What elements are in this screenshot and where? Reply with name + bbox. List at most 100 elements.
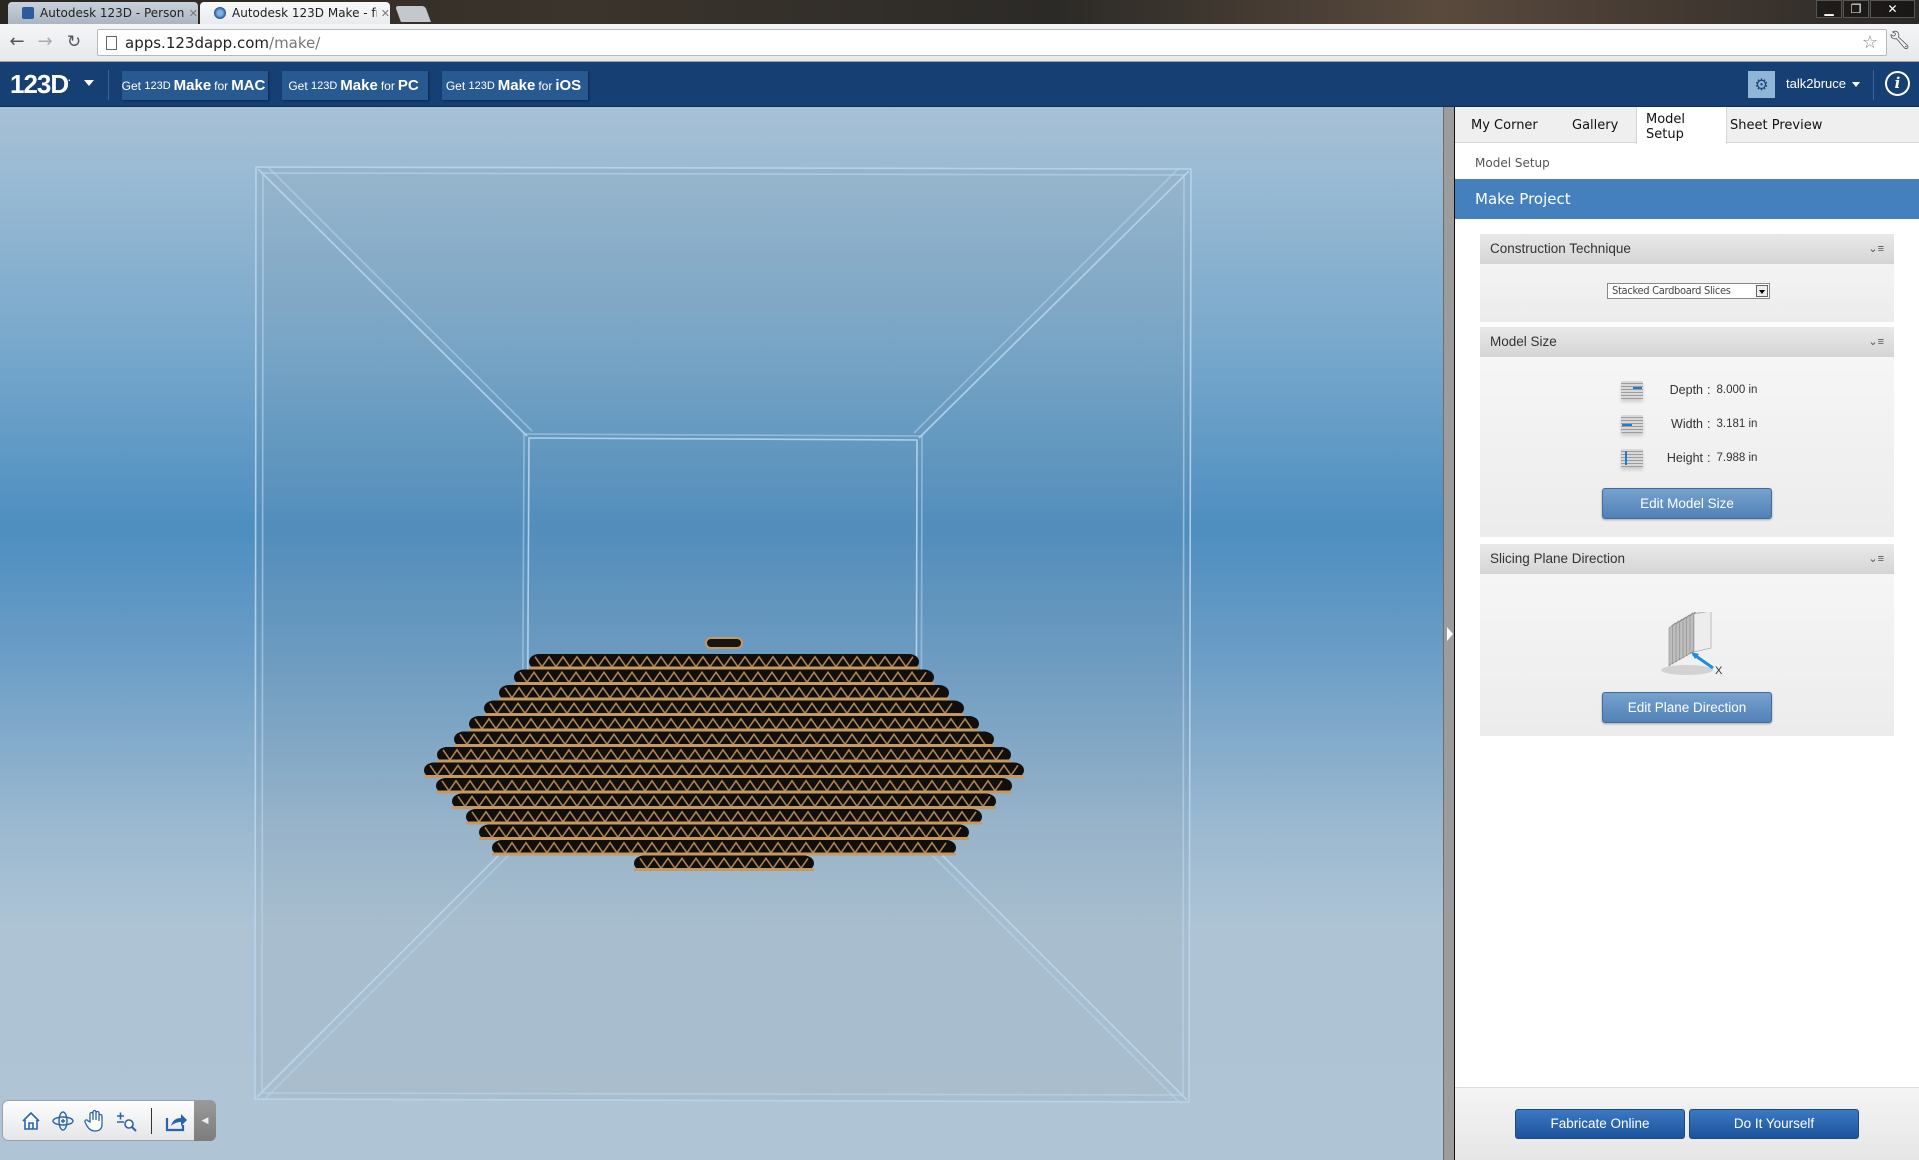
- cardboard-slice: [529, 654, 919, 670]
- cardboard-slice: [466, 809, 982, 825]
- btn-platform: MAC: [231, 77, 266, 94]
- dropdown-arrow-icon[interactable]: [1756, 285, 1768, 297]
- 123d-make-favicon-icon: [214, 7, 226, 19]
- plate-front-face: [1693, 612, 1712, 653]
- tab-model-setup[interactable]: Model Setup: [1636, 107, 1727, 144]
- app-navbar: 123D· Get 123D Make for MAC Get 123D Make for…: [0, 62, 1919, 107]
- model-size-header[interactable]: Model Size ⌄≡: [1480, 327, 1894, 357]
- cardboard-model[interactable]: [418, 626, 1030, 871]
- share-export-icon[interactable]: [164, 1109, 188, 1133]
- fabricate-online-button[interactable]: Fabricate Online: [1515, 1109, 1685, 1139]
- home-view-icon[interactable]: [19, 1109, 43, 1133]
- btn-product: Make: [340, 77, 378, 94]
- browser-tab-title: Autodesk 123D Make - free: [232, 6, 377, 20]
- view-toolbar: ◀: [2, 1100, 216, 1141]
- width-dimension-icon: [1621, 415, 1643, 433]
- nav-divider: [108, 70, 109, 100]
- orbit-icon[interactable]: [51, 1109, 75, 1133]
- get-make-ios-button[interactable]: Get 123D Make for iOS: [442, 71, 588, 100]
- nav-divider: [1873, 70, 1874, 100]
- section-title: Construction Technique: [1490, 241, 1631, 256]
- btn-platform: iOS: [555, 77, 582, 94]
- cardboard-slice: [499, 685, 949, 701]
- cardboard-slice: [454, 731, 994, 747]
- 123d-logo[interactable]: 123D·: [10, 69, 71, 100]
- restore-window-button[interactable]: ❐: [1843, 0, 1869, 18]
- get-make-mac-button[interactable]: Get 123D Make for MAC: [122, 71, 268, 100]
- cardboard-slice: [452, 793, 996, 809]
- cardboard-slice: [437, 747, 1011, 763]
- axis-label: X: [1715, 665, 1723, 677]
- btn-for: for: [380, 78, 395, 93]
- depth-row: Depth: 8.000 in: [1621, 379, 1757, 401]
- browser-tab-personal[interactable]: Autodesk 123D - Personal F ✕: [8, 2, 198, 24]
- close-window-button[interactable]: ✕: [1870, 0, 1915, 18]
- 3d-viewport[interactable]: ◀: [0, 107, 1443, 1160]
- wrench-menu-icon[interactable]: 🔧︎: [1888, 30, 1911, 51]
- browser-toolbar: ← → ↻ apps.123dapp.com/make/ ☆ 🔧︎: [0, 24, 1919, 62]
- back-icon[interactable]: ←: [5, 30, 29, 54]
- do-it-yourself-button[interactable]: Do It Yourself: [1689, 1109, 1859, 1139]
- close-tab-icon[interactable]: ✕: [189, 7, 198, 20]
- panel-splitter[interactable]: [1443, 107, 1454, 1160]
- btn-prefix: Get: [121, 78, 141, 93]
- logo-text: 123D: [10, 69, 69, 99]
- edit-model-size-button[interactable]: Edit Model Size: [1602, 488, 1772, 519]
- info-icon[interactable]: i: [1885, 71, 1910, 96]
- width-row: Width: 3.181 in: [1621, 413, 1757, 435]
- close-tab-icon[interactable]: ✕: [381, 7, 390, 20]
- construction-technique-header[interactable]: Construction Technique ⌄≡: [1480, 234, 1894, 264]
- dim-colon: :: [1707, 383, 1711, 397]
- btn-product: Make: [497, 77, 536, 94]
- slicing-plane-header[interactable]: Slicing Plane Direction ⌄≡: [1480, 544, 1894, 574]
- url-path: /make/: [269, 33, 321, 52]
- forward-icon[interactable]: →: [33, 30, 57, 54]
- new-tab-button[interactable]: [395, 6, 431, 22]
- minimize-window-button[interactable]: ▁: [1816, 0, 1842, 18]
- height-row: Height: 7.988 in: [1621, 447, 1757, 469]
- model-top-nub: [705, 637, 743, 649]
- tab-sheet-preview[interactable]: Sheet Preview: [1727, 107, 1827, 143]
- address-bar[interactable]: apps.123dapp.com/make/ ☆: [97, 29, 1887, 56]
- bookmark-star-icon[interactable]: ☆: [1862, 32, 1878, 53]
- btn-brand: 123D: [144, 79, 171, 92]
- browser-tab-title: Autodesk 123D - Personal F: [40, 6, 185, 20]
- toolbar-separator: [151, 1107, 152, 1134]
- section-title: Slicing Plane Direction: [1490, 551, 1626, 566]
- height-value: 7.988 in: [1716, 452, 1758, 464]
- expand-arrow-icon[interactable]: [1447, 627, 1453, 641]
- dim-label: Depth: [1669, 383, 1703, 397]
- width-value: 3.181 in: [1716, 418, 1758, 430]
- reload-icon[interactable]: ↻: [62, 30, 86, 54]
- tab-my-corner[interactable]: My Corner: [1455, 107, 1556, 143]
- selected-technique: Stacked Cardboard Slices: [1612, 284, 1731, 297]
- construction-technique-select[interactable]: Stacked Cardboard Slices: [1607, 283, 1770, 299]
- btn-prefix: Get: [445, 78, 466, 93]
- logo-dropdown-icon[interactable]: [84, 80, 94, 86]
- pan-hand-icon[interactable]: [83, 1109, 107, 1133]
- browser-tab-make[interactable]: Autodesk 123D Make - free ✕: [200, 2, 390, 24]
- user-avatar[interactable]: ⚙: [1748, 71, 1775, 98]
- slicing-plane-cube-icon: X: [1661, 612, 1723, 677]
- collapse-menu-icon[interactable]: ⌄≡: [1868, 544, 1884, 574]
- section-title: Model Size: [1490, 334, 1557, 349]
- cardboard-slice: [469, 716, 979, 732]
- btn-brand: 123D: [468, 79, 495, 92]
- dim-colon: :: [1707, 417, 1711, 431]
- username[interactable]: talk2bruce: [1786, 76, 1846, 91]
- get-make-pc-button[interactable]: Get 123D Make for PC: [282, 71, 428, 100]
- page-icon: [106, 35, 117, 50]
- collapse-toolbar-icon[interactable]: ◀: [194, 1100, 216, 1141]
- user-menu-dropdown-icon[interactable]: [1852, 82, 1860, 87]
- tab-gallery[interactable]: Gallery: [1556, 107, 1636, 143]
- collapse-menu-icon[interactable]: ⌄≡: [1868, 327, 1884, 357]
- edit-plane-direction-button[interactable]: Edit Plane Direction: [1602, 692, 1772, 723]
- url-host: apps.123dapp.com: [125, 33, 270, 52]
- collapse-menu-icon[interactable]: ⌄≡: [1868, 234, 1884, 264]
- btn-brand: 123D: [311, 79, 338, 92]
- zoom-icon[interactable]: [115, 1109, 139, 1133]
- btn-for: for: [214, 78, 229, 93]
- breadcrumb: Model Setup: [1475, 156, 1550, 170]
- autodesk-favicon-icon: [22, 7, 34, 19]
- dim-label: Height: [1666, 451, 1703, 465]
